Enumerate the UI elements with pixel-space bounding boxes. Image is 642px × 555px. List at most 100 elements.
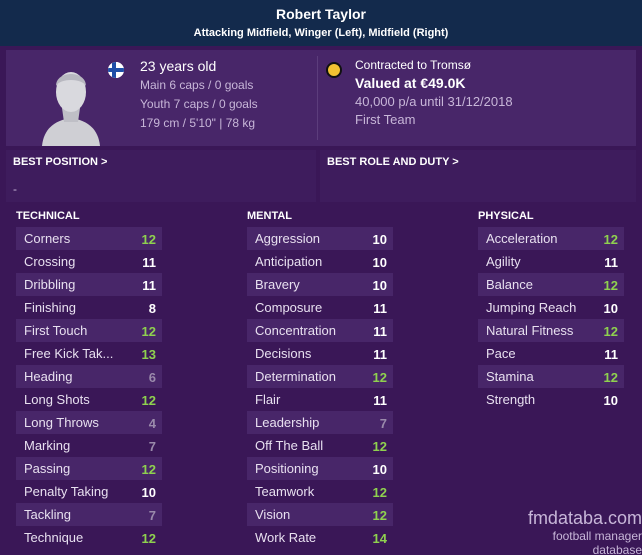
attribute-score: 12 [141,462,156,477]
attribute-label: Acceleration [486,231,558,246]
attribute-score: 7 [379,416,387,431]
attribute-row[interactable]: Acceleration 12 [478,227,624,250]
attribute-row[interactable]: Agility 11 [478,250,624,273]
attribute-label: Finishing [24,300,77,315]
attribute-score: 10 [372,462,387,477]
profile-divider [317,56,318,140]
attribute-row[interactable]: Finishing 8 [16,296,162,319]
best-position-link[interactable]: BEST POSITION > [13,156,107,168]
club-badge-icon [326,62,342,78]
technical-title: TECHNICAL [16,210,80,222]
watermark-site[interactable]: fmdataba.com [502,508,642,529]
attribute-score: 12 [372,370,387,385]
finland-flag-icon [108,62,124,78]
attribute-score: 12 [141,531,156,546]
attribute-row[interactable]: Dribbling 11 [16,273,162,296]
attribute-row[interactable]: Balance 12 [478,273,624,296]
attribute-label: Off The Ball [255,438,324,453]
attribute-label: Jumping Reach [486,300,577,315]
attribute-row[interactable]: Heading 6 [16,365,162,388]
attribute-row[interactable]: Long Shots 12 [16,388,162,411]
attribute-row[interactable]: Concentration 11 [247,319,393,342]
attribute-row[interactable]: Teamwork 12 [247,480,393,503]
attribute-score: 12 [372,485,387,500]
attribute-score: 10 [603,301,618,316]
attribute-label: Passing [24,461,71,476]
attribute-row[interactable]: Natural Fitness 12 [478,319,624,342]
attribute-label: Anticipation [255,254,323,269]
attribute-row[interactable]: Penalty Taking 10 [16,480,162,503]
attribute-score: 11 [604,347,618,362]
attribute-row[interactable]: Passing 12 [16,457,162,480]
attribute-score: 7 [148,439,156,454]
attribute-score: 12 [603,324,618,339]
player-name: Robert Taylor [276,6,366,22]
attribute-row[interactable]: Jumping Reach 10 [478,296,624,319]
best-role-link[interactable]: BEST ROLE AND DUTY > [327,156,459,168]
attribute-score: 12 [372,508,387,523]
attribute-label: Pace [486,346,516,361]
attribute-row[interactable]: Long Throws 4 [16,411,162,434]
attribute-row[interactable]: Crossing 11 [16,250,162,273]
watermark: fmdataba.com football manager database [502,508,642,555]
attribute-score: 12 [603,232,618,247]
best-position-panel: BEST POSITION > - [6,150,316,202]
attribute-label: Concentration [255,323,336,338]
attribute-score: 10 [372,232,387,247]
attribute-row[interactable]: Vision 12 [247,503,393,526]
contract-club[interactable]: Contracted to Tromsø [355,58,513,72]
attribute-score: 10 [141,485,156,500]
attribute-label: Tackling [24,507,71,522]
mental-attributes: Aggression 10 Anticipation 10 Bravery 10 Compo… [247,227,393,549]
attribute-row[interactable]: First Touch 12 [16,319,162,342]
player-roles: Attacking Midfield, Winger (Left), Midfi… [193,27,449,39]
technical-attributes: Corners 12 Crossing 11 Dribbling 11 Finishing 8… [16,227,162,549]
attribute-row[interactable]: Composure 11 [247,296,393,319]
attribute-row[interactable]: Bravery 10 [247,273,393,296]
attribute-label: First Touch [24,323,88,338]
attribute-label: Flair [255,392,281,407]
attribute-row[interactable]: Strength 10 [478,388,624,411]
attribute-score: 11 [142,278,156,293]
main-caps: Main 6 caps / 0 goals [140,78,254,92]
attribute-row[interactable]: Marking 7 [16,434,162,457]
attribute-label: Determination [255,369,336,384]
attribute-score: 12 [603,370,618,385]
attribute-score: 12 [141,393,156,408]
attribute-row[interactable]: Free Kick Tak... 13 [16,342,162,365]
attribute-row[interactable]: Anticipation 10 [247,250,393,273]
player-physique: 179 cm / 5'10" | 78 kg [140,116,256,130]
attribute-row[interactable]: Positioning 10 [247,457,393,480]
physical-title: PHYSICAL [478,210,534,222]
attribute-score: 12 [372,439,387,454]
attribute-row[interactable]: Pace 11 [478,342,624,365]
attribute-label: Balance [486,277,533,292]
attribute-row[interactable]: Stamina 12 [478,365,624,388]
squad-status: First Team [355,112,416,127]
attribute-row[interactable]: Technique 12 [16,526,162,549]
attribute-row[interactable]: Flair 11 [247,388,393,411]
attribute-row[interactable]: Corners 12 [16,227,162,250]
attribute-score: 13 [141,347,156,362]
attribute-label: Technique [24,530,84,545]
attribute-row[interactable]: Aggression 10 [247,227,393,250]
attribute-row[interactable]: Off The Ball 12 [247,434,393,457]
attribute-label: Crossing [24,254,76,269]
attribute-row[interactable]: Tackling 7 [16,503,162,526]
player-age: 23 years old [140,58,217,74]
attribute-label: Work Rate [255,530,317,545]
attribute-label: Teamwork [255,484,315,499]
attribute-score: 12 [603,278,618,293]
profile-panel: 23 years old Main 6 caps / 0 goals Youth… [6,50,636,146]
attribute-label: Penalty Taking [24,484,109,499]
attribute-label: Composure [255,300,323,315]
mental-title: MENTAL [247,210,293,222]
attribute-row[interactable]: Determination 12 [247,365,393,388]
attribute-row[interactable]: Leadership 7 [247,411,393,434]
attribute-score: 10 [603,393,618,408]
attribute-score: 11 [373,393,387,408]
attribute-row[interactable]: Work Rate 14 [247,526,393,549]
attribute-row[interactable]: Decisions 11 [247,342,393,365]
attribute-score: 6 [148,370,156,385]
youth-caps: Youth 7 caps / 0 goals [140,97,258,111]
